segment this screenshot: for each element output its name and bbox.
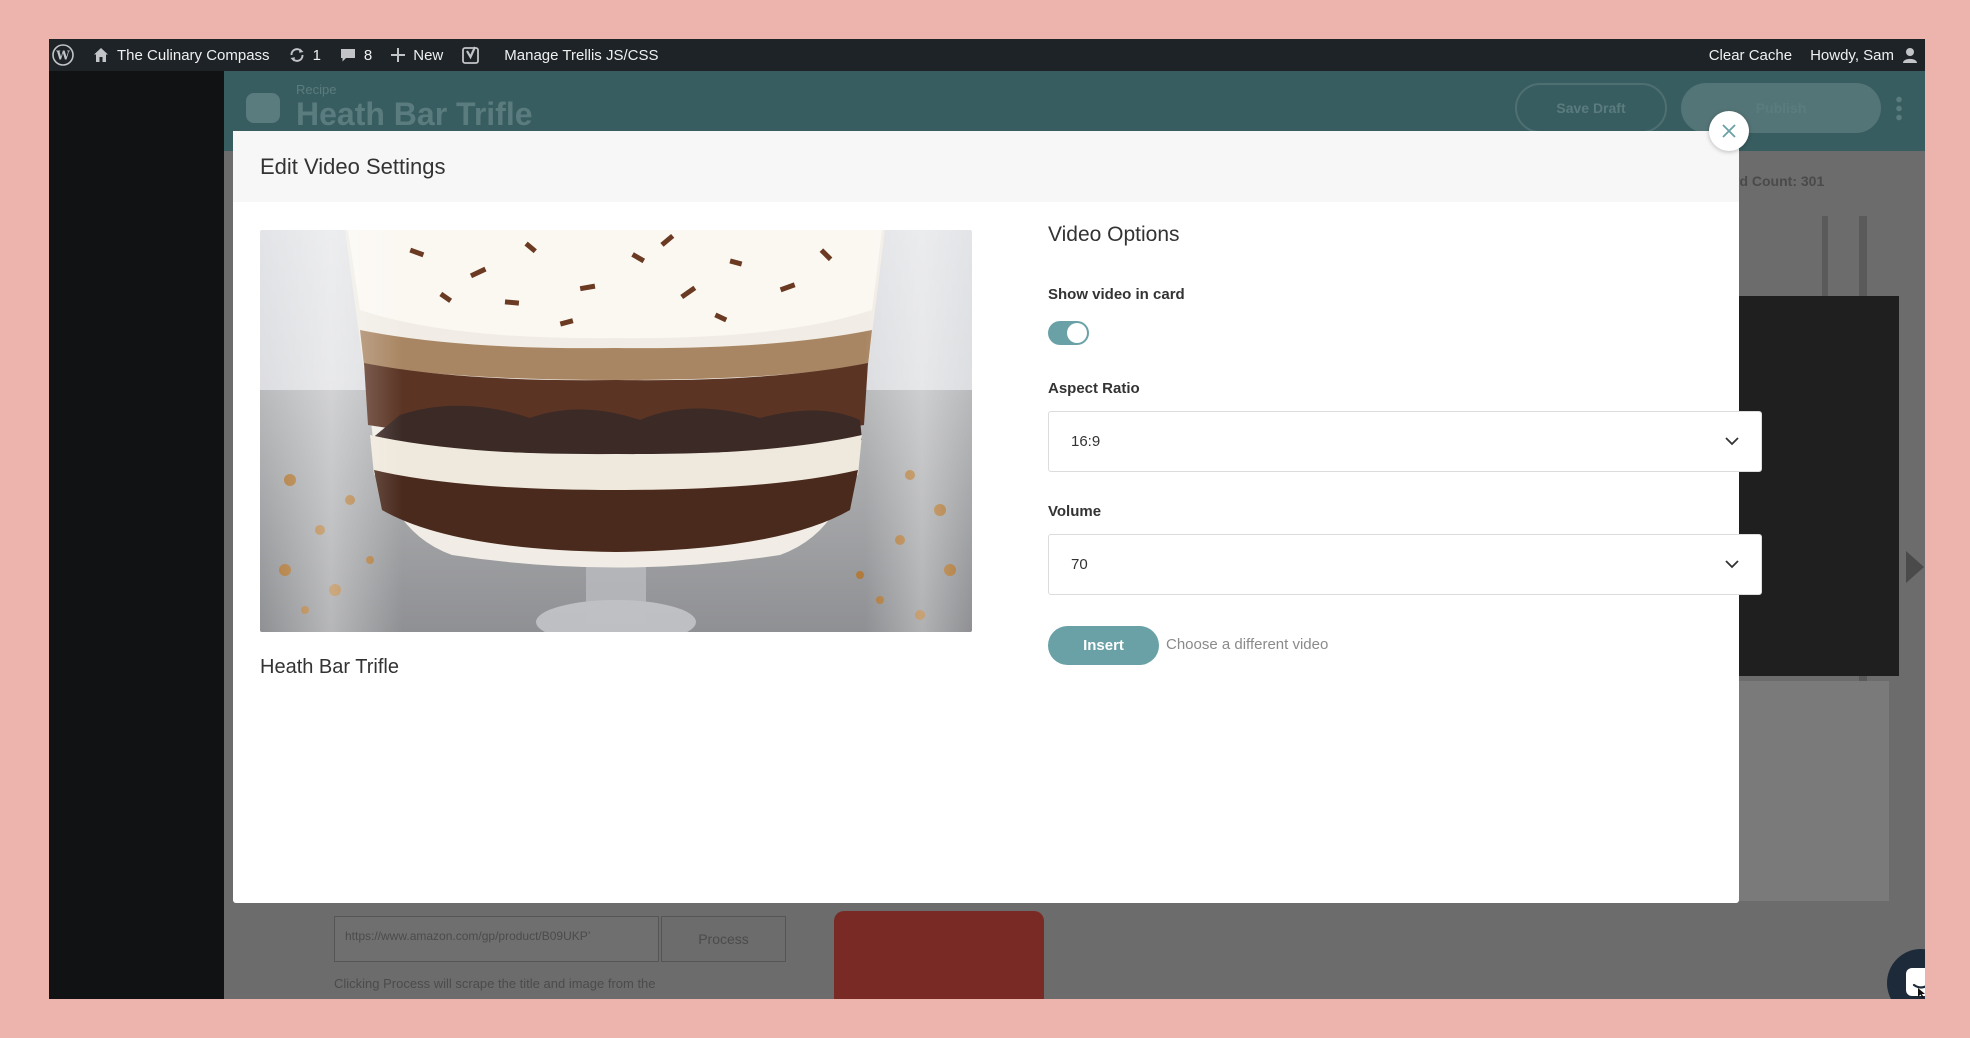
modal-header: Edit Video Settings: [233, 131, 1739, 202]
home-icon: [94, 48, 108, 62]
admin-bar: W The Culinary Compass 1 8 New Manage Tr…: [49, 39, 1925, 71]
more-options-icon[interactable]: [1896, 95, 1902, 121]
comments-count: 8: [363, 46, 373, 64]
trifle-image: [260, 230, 972, 632]
product-url-input[interactable]: https://www.amazon.com/gp/product/B09UKP…: [334, 916, 659, 962]
chevron-down-icon: [1725, 560, 1739, 569]
user-icon: [1903, 48, 1917, 63]
recipe-icon: [246, 93, 280, 123]
comments-link[interactable]: 8: [330, 39, 381, 71]
updates-count: 1: [312, 46, 321, 64]
video-caption: Heath Bar Trifle: [260, 656, 399, 678]
updates-link[interactable]: 1: [279, 39, 330, 71]
plus-icon: [391, 48, 406, 62]
wordpress-icon: W: [52, 44, 74, 66]
editor-title: Heath Bar Trifle: [296, 96, 533, 132]
yoast-icon: [462, 46, 480, 64]
close-icon: [1722, 124, 1736, 138]
manage-trellis-link[interactable]: Manage Trellis JS/CSS: [490, 39, 667, 71]
volume-value: 70: [1071, 556, 1088, 573]
options-title: Video Options: [1048, 223, 1180, 246]
new-content-link[interactable]: New: [381, 39, 452, 71]
cursor-icon: [1918, 988, 1925, 998]
comment-icon: [340, 49, 355, 62]
volume-label: Volume: [1048, 503, 1102, 520]
admin-sidebar: [49, 71, 224, 999]
modal-title: Edit Video Settings: [260, 153, 446, 179]
site-name-link[interactable]: The Culinary Compass: [83, 39, 279, 71]
new-label: New: [413, 46, 444, 64]
process-button[interactable]: Process: [661, 916, 786, 962]
product-image: [834, 911, 1044, 999]
svg-text:W: W: [55, 49, 70, 63]
insert-button[interactable]: Insert: [1048, 626, 1159, 665]
save-draft-button[interactable]: Save Draft: [1515, 83, 1667, 133]
process-help-text: Clicking Process will scrape the title a…: [334, 976, 656, 991]
show-video-label: Show video in card: [1048, 286, 1185, 303]
show-video-toggle[interactable]: [1048, 321, 1089, 345]
wordpress-menu[interactable]: W: [49, 39, 83, 71]
clear-cache-link[interactable]: Clear Cache: [1700, 39, 1801, 71]
greeting: Howdy, Sam: [1810, 46, 1894, 64]
volume-select[interactable]: 70: [1048, 534, 1762, 595]
chevron-down-icon: [1725, 437, 1739, 446]
site-name: The Culinary Compass: [117, 46, 270, 64]
editor-crumb: Recipe: [296, 82, 337, 97]
aspect-ratio-select[interactable]: 16:9: [1048, 411, 1762, 472]
video-thumbnail[interactable]: [260, 230, 972, 632]
next-arrow-icon[interactable]: [1906, 551, 1924, 583]
aspect-ratio-value: 16:9: [1071, 433, 1101, 450]
yoast-menu[interactable]: [452, 39, 490, 71]
close-button[interactable]: [1709, 111, 1749, 151]
aspect-ratio-label: Aspect Ratio: [1048, 380, 1140, 397]
account-menu[interactable]: Howdy, Sam: [1801, 39, 1925, 71]
choose-different-video-link[interactable]: Choose a different video: [1166, 636, 1328, 653]
toggle-knob: [1067, 323, 1087, 343]
edit-video-modal: Edit Video Settings Heath Bar Trifle Vid…: [233, 111, 1762, 903]
updates-icon: [290, 48, 304, 62]
screen: W The Culinary Compass 1 8 New Manage Tr…: [49, 39, 1925, 999]
word-count: rd Count: 301: [1734, 173, 1825, 189]
